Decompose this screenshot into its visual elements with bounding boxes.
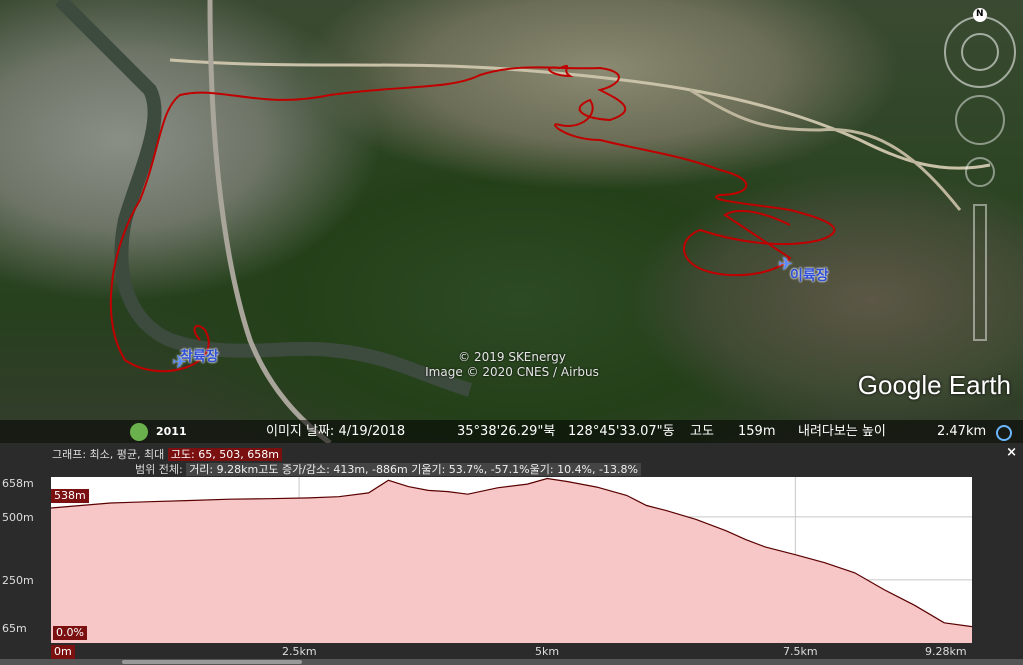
copyright-line: Image © 2020 CNES / Airbus (425, 365, 599, 379)
y-tick-label: 500m (2, 511, 34, 524)
x-tick-label: 7.5km (783, 645, 818, 658)
status-bar: 이미지 날짜: 4/19/2018 35°38'26.29"북 128°45'3… (0, 420, 1023, 443)
streaming-status-icon (996, 425, 1012, 441)
y-tick-label: 65m (2, 622, 27, 635)
historical-imagery-year[interactable]: 2011 (156, 420, 187, 443)
y-tick-label: 658m (2, 477, 34, 490)
flight-track (109, 66, 836, 373)
scrollbar-thumb[interactable] (122, 660, 302, 664)
zoom-slider[interactable] (973, 204, 987, 341)
horizontal-scrollbar[interactable] (0, 659, 1023, 665)
range-values: 거리: 9.28km고도 증가/감소: 413m, -886m 기울기: 53.… (186, 463, 641, 476)
road (169, 58, 991, 170)
navigation-controls[interactable] (944, 8, 1016, 341)
look-joystick[interactable] (961, 33, 999, 71)
x-tick-label: 5km (535, 645, 560, 658)
highway (207, 0, 332, 443)
graph-label: 그래프: 최소, 평균, 최대 (52, 448, 165, 461)
image-date: 이미지 날짜: 4/19/2018 (266, 424, 406, 439)
imagery-copyright: © 2019 SKEnergy Image © 2020 CNES / Airb… (412, 350, 612, 380)
range-label: 범위 전체: (135, 463, 183, 476)
range-info-row: 범위 전체: 거리: 9.28km고도 증가/감소: 413m, -886m 기… (135, 461, 641, 477)
compass-ring[interactable] (944, 16, 1016, 88)
altitude-value: 159m (738, 424, 776, 439)
landing-site-label[interactable]: 착륙장 (180, 346, 219, 366)
longitude: 128°45'33.07"동 (568, 424, 675, 439)
elevation-chart[interactable] (51, 477, 972, 643)
latitude: 35°38'26.29"북 (457, 424, 556, 439)
river (55, 0, 473, 397)
cursor-elevation-tag: 538m (51, 489, 89, 503)
historical-imagery-icon[interactable] (130, 423, 148, 441)
y-tick-label: 250m (2, 574, 34, 587)
close-icon[interactable]: × (1006, 445, 1017, 460)
cursor-slope-tag: 0.0% (53, 626, 87, 640)
graph-info-row: 그래프: 최소, 평균, 최대 고도: 65, 503, 658m (52, 446, 282, 462)
altitude-label: 고도 (690, 424, 714, 439)
flight-track-loop (548, 64, 574, 78)
x-tick-label: 2.5km (282, 645, 317, 658)
x-tick-label: 9.28km (925, 645, 967, 658)
satellite-map-view[interactable]: N ✈ 착륙장 ✈ 이륙장 © 2019 SKEnergy Image © 20… (0, 0, 1023, 443)
eye-altitude-value: 2.47km (937, 424, 987, 439)
takeoff-site-label[interactable]: 이륙장 (790, 265, 829, 285)
pegman-control[interactable] (965, 157, 995, 187)
graph-values: 고도: 65, 503, 658m (167, 448, 282, 461)
eye-altitude-label: 내려다보는 높이 (798, 424, 886, 439)
google-earth-logo: Google Earth (857, 370, 1011, 400)
mountain-road (689, 88, 962, 211)
copyright-line: © 2019 SKEnergy (458, 350, 566, 364)
north-letter: N (976, 9, 984, 19)
x-tick-label: 0m (51, 645, 75, 659)
move-joystick[interactable] (955, 95, 1005, 145)
